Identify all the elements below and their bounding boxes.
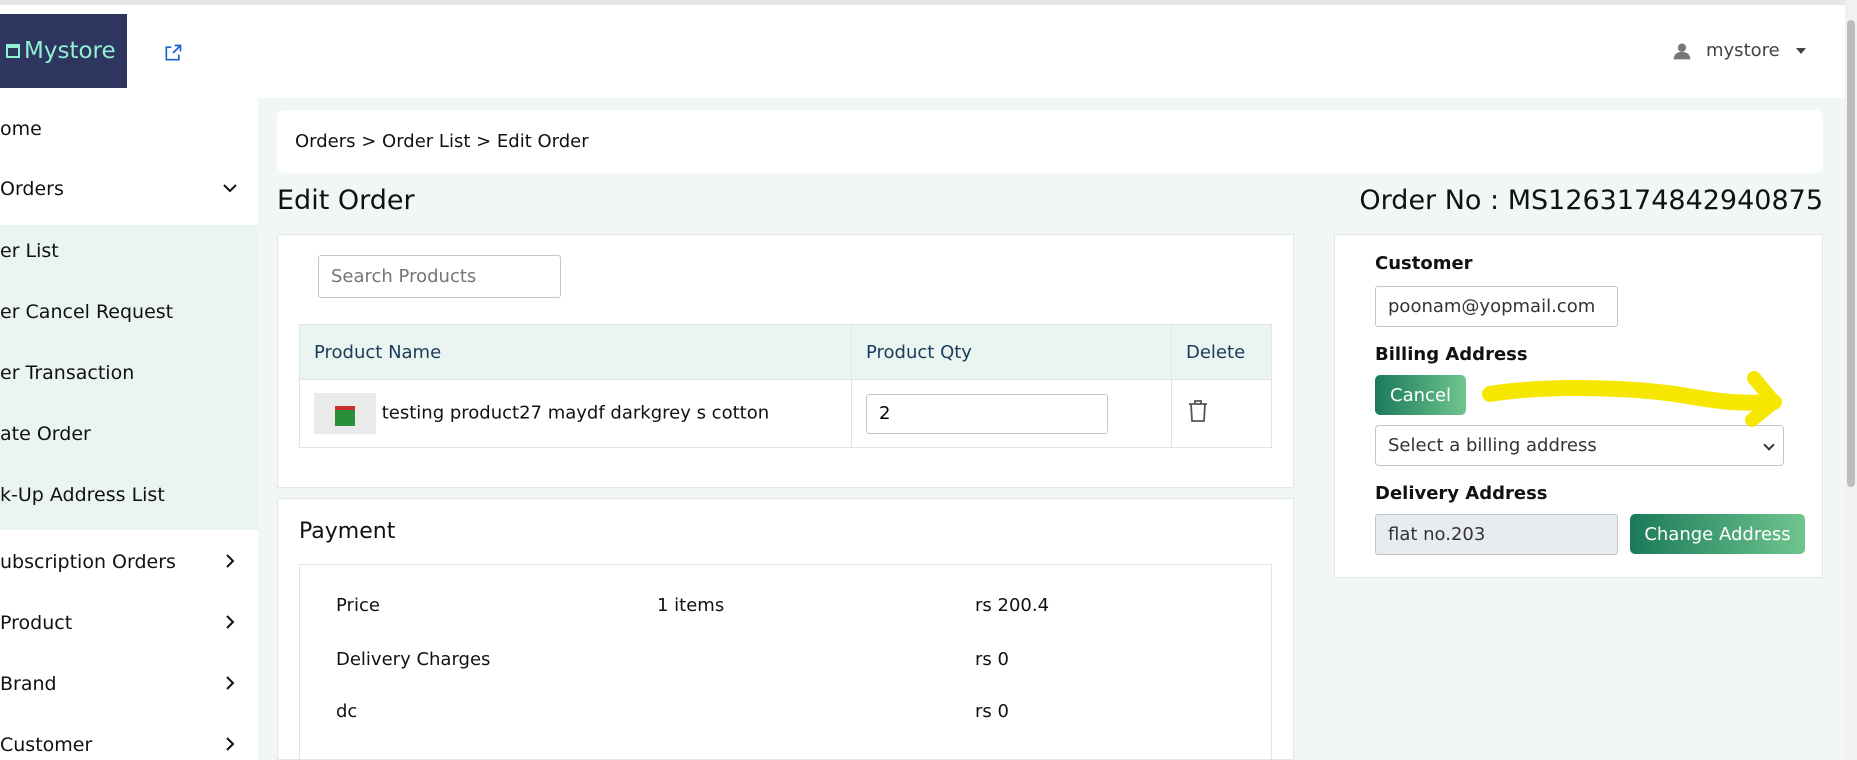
column-header-delete: Delete (1171, 324, 1272, 380)
sidebar-item-label: Product (0, 611, 73, 634)
breadcrumb: Orders > Order List > Edit Order (277, 110, 1823, 173)
product-name-cell: testing product27 maydf darkgrey s cotto… (299, 379, 852, 448)
sidebar-item-label: ubscription Orders (0, 550, 176, 573)
items-count: 1 items (657, 595, 725, 616)
product-qty-cell (851, 379, 1172, 448)
delivery-address-label: Delivery Address (1375, 483, 1548, 504)
price-value: rs 200.4 (975, 595, 1050, 616)
quantity-input[interactable] (866, 393, 1108, 434)
sidebar-item-brand[interactable]: Brand (0, 653, 258, 714)
user-icon (1673, 43, 1691, 59)
sidebar-item-create-order[interactable]: ate Order (0, 403, 258, 464)
customer-email-field[interactable]: poonam@yopmail.com (1375, 286, 1618, 327)
sidebar-item-order-list[interactable]: er List (0, 220, 258, 281)
scrollbar[interactable] (1845, 0, 1857, 760)
user-menu[interactable]: mystore (1672, 40, 1806, 61)
logo-text: Mystore (24, 38, 116, 64)
sidebar-item-label: Customer (0, 733, 93, 756)
sidebar-item-subscription-orders[interactable]: ubscription Orders (0, 531, 258, 592)
sidebar-item-label: Orders (0, 177, 64, 200)
delivery-address-field: flat no.203 (1375, 514, 1618, 555)
delivery-charges-label: Delivery Charges (336, 649, 491, 670)
chevron-right-icon (226, 676, 235, 690)
chevron-right-icon (226, 615, 235, 629)
change-address-button[interactable]: Change Address (1630, 514, 1805, 554)
cancel-button[interactable]: Cancel (1375, 375, 1466, 415)
products-card: Product Name Product Qty Delete testing … (277, 234, 1294, 488)
payment-title: Payment (299, 519, 396, 544)
delete-cell (1171, 379, 1272, 448)
product-name: testing product27 maydf darkgrey s cotto… (381, 402, 770, 424)
dc-value: rs 0 (975, 701, 1009, 722)
delivery-charges-value: rs 0 (975, 649, 1009, 670)
sidebar-item-order-cancel-request[interactable]: er Cancel Request (0, 281, 258, 342)
table-row: testing product27 maydf darkgrey s cotto… (299, 379, 1272, 448)
payment-summary: Price 1 items rs 200.4 Delivery Charges … (299, 564, 1272, 760)
sidebar-item-customer[interactable]: Customer (0, 714, 258, 760)
order-number: Order No : MS1263174842940875 (1359, 185, 1823, 216)
products-table: Product Name Product Qty Delete testing … (299, 324, 1272, 448)
chevron-down-icon (223, 184, 237, 193)
chevron-down-icon (1763, 439, 1775, 451)
user-name: mystore (1706, 40, 1780, 61)
price-label: Price (336, 595, 380, 616)
sidebar-item-label: er Cancel Request (0, 300, 174, 323)
sidebar-item-product[interactable]: Product (0, 592, 258, 653)
store-logo[interactable]: Mystore (0, 14, 127, 88)
billing-address-label: Billing Address (1375, 344, 1528, 365)
highlight-arrow-annotation (1482, 371, 1782, 427)
sidebar-item-label: ate Order (0, 422, 91, 445)
page-title: Edit Order (277, 185, 415, 216)
customer-label: Customer (1375, 253, 1473, 274)
sidebar-item-label: Brand (0, 672, 57, 695)
chevron-down-icon (1795, 47, 1806, 54)
column-header-product-name: Product Name (299, 324, 852, 380)
search-products-input[interactable] (318, 255, 561, 298)
payment-card: Payment Price 1 items rs 200.4 Delivery … (277, 498, 1294, 760)
top-header: Mystore mystore (0, 5, 1845, 98)
sidebar: ome Orders er List er Cancel Request er … (0, 98, 258, 760)
sidebar-item-pickup-address-list[interactable]: k-Up Address List (0, 464, 258, 525)
sidebar-item-label: ome (0, 117, 42, 140)
sidebar-item-orders[interactable]: Orders (0, 158, 258, 219)
sidebar-item-label: er Transaction (0, 361, 135, 384)
trash-icon[interactable] (1186, 398, 1210, 424)
chevron-right-icon (226, 554, 235, 568)
sidebar-item-label: k-Up Address List (0, 483, 165, 506)
dc-label: dc (336, 701, 358, 722)
sidebar-item-order-transaction[interactable]: er Transaction (0, 342, 258, 403)
chevron-right-icon (226, 737, 235, 751)
breadcrumb-text[interactable]: Orders > Order List > Edit Order (295, 131, 589, 152)
sidebar-item-label: er List (0, 239, 59, 262)
billing-select-value: Select a billing address (1388, 435, 1597, 456)
external-link-icon[interactable] (163, 43, 183, 63)
product-thumbnail (314, 393, 376, 434)
scrollbar-thumb[interactable] (1847, 20, 1855, 487)
store-icon (6, 44, 20, 58)
column-header-product-qty: Product Qty (851, 324, 1172, 380)
sidebar-item-home[interactable]: ome (0, 98, 258, 159)
